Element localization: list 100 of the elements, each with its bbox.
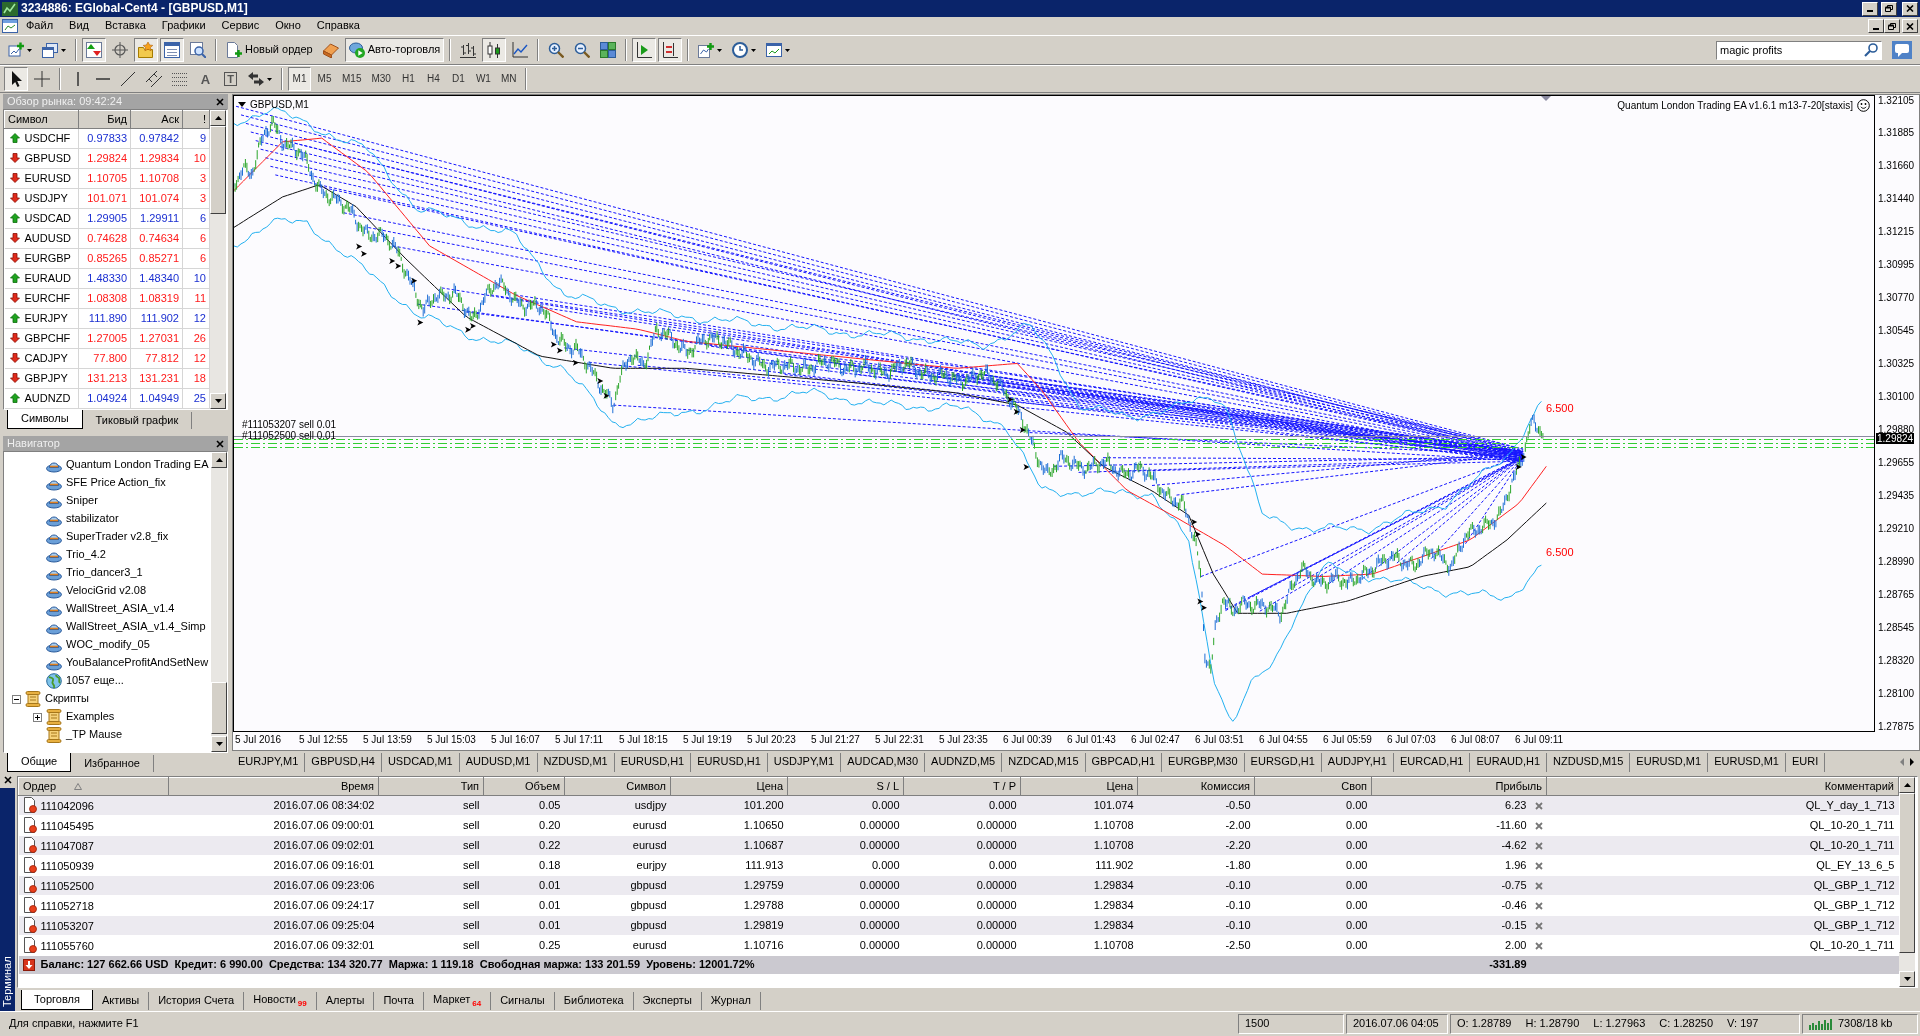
- tree-item[interactable]: 1057 еще...: [66, 674, 124, 688]
- toolbar-button[interactable]: [482, 38, 507, 62]
- terminal-tab[interactable]: Библиотека: [554, 992, 634, 1010]
- restore-button[interactable]: [1884, 19, 1900, 33]
- period-button[interactable]: M5: [313, 67, 336, 91]
- period-button[interactable]: MN: [496, 67, 521, 91]
- scroll-down-button[interactable]: [211, 736, 227, 752]
- chart-tab[interactable]: GBPUSD,H4: [305, 752, 382, 772]
- toolbar-button[interactable]: [658, 38, 683, 62]
- column-header[interactable]: Цена: [670, 777, 788, 796]
- column-header[interactable]: Прибыль: [1371, 777, 1547, 796]
- tree-item[interactable]: Скрипты: [45, 692, 89, 706]
- scroll-up-button[interactable]: [210, 110, 226, 126]
- column-header[interactable]: Символ: [4, 110, 79, 129]
- close-button[interactable]: [1902, 1, 1918, 16]
- chart-tab[interactable]: AUDCAD,M30: [841, 752, 926, 772]
- column-header[interactable]: Время: [168, 777, 379, 796]
- tree-item[interactable]: YouBalanceProfitAndSetNew: [66, 656, 209, 670]
- symbol-label[interactable]: GBPCHF: [24, 331, 71, 344]
- terminal-tab[interactable]: Журнал: [701, 992, 761, 1010]
- chart-tab[interactable]: EURAUD,H1: [1470, 752, 1548, 772]
- scroll-up-button[interactable]: [211, 452, 227, 468]
- symbol-label[interactable]: USDCAD: [24, 211, 71, 224]
- auto-trading-button[interactable]: Авто-торговля: [344, 38, 445, 62]
- terminal-tab[interactable]: Торговля: [21, 990, 93, 1010]
- close-button[interactable]: [1902, 19, 1918, 33]
- toolbar-button[interactable]: [632, 38, 657, 62]
- terminal-tab[interactable]: Сигналы: [491, 992, 555, 1010]
- tree-item[interactable]: SFE Price Action_fix: [66, 476, 166, 490]
- panel-tab[interactable]: Символы: [7, 410, 83, 429]
- scroll-down-button[interactable]: [1899, 971, 1915, 987]
- chart-tab[interactable]: AUDUSD,M1: [459, 752, 538, 772]
- symbol-label[interactable]: CADJPY: [24, 351, 68, 364]
- scroll-thumb[interactable]: [210, 126, 226, 214]
- terminal-tab[interactable]: История Счета: [149, 992, 245, 1010]
- chart-tab[interactable]: EURUSD,H1: [614, 752, 692, 772]
- menu-item[interactable]: Вид: [61, 18, 97, 34]
- chart-tab[interactable]: EURCAD,H1: [1393, 752, 1471, 772]
- tree-item[interactable]: WallStreet_ASIA_v1.4_Simp: [66, 620, 206, 634]
- close-icon[interactable]: [216, 97, 224, 106]
- column-header[interactable]: S / L: [787, 777, 904, 796]
- menu-item[interactable]: Графики: [153, 18, 214, 34]
- chat-tile-icon[interactable]: [1892, 41, 1912, 59]
- terminal-tab[interactable]: Новости $_{99}$: [244, 992, 317, 1010]
- tool-button[interactable]: T: [219, 67, 242, 91]
- tree-item[interactable]: Trio_4.2: [66, 548, 106, 562]
- scroll-up-button[interactable]: [1899, 777, 1915, 793]
- scrollbar[interactable]: [1899, 777, 1915, 987]
- column-header[interactable]: Объем: [483, 777, 565, 796]
- terminal-tab[interactable]: Алерты: [316, 992, 375, 1010]
- column-header[interactable]: Комментарий: [1546, 777, 1899, 796]
- menu-item[interactable]: Окно: [267, 18, 309, 34]
- menu-item[interactable]: Сервис: [213, 18, 268, 34]
- symbol-label[interactable]: EURUSD: [24, 171, 71, 184]
- chart-tab[interactable]: USDCAD,M1: [381, 752, 460, 772]
- period-button[interactable]: D1: [446, 67, 470, 91]
- panel-tab[interactable]: Общие: [7, 753, 72, 772]
- symbol-label[interactable]: USDJPY: [24, 191, 68, 204]
- period-button[interactable]: H1: [396, 67, 420, 91]
- search-field[interactable]: magic profits: [1716, 40, 1882, 60]
- scroll-thumb[interactable]: [1899, 793, 1915, 953]
- toolbar-button[interactable]: [4, 67, 28, 91]
- symbol-label[interactable]: AUDUSD: [24, 231, 71, 244]
- restore-button[interactable]: [1881, 1, 1897, 16]
- minus-box-icon[interactable]: [12, 694, 21, 704]
- column-header[interactable]: T / P: [903, 777, 1021, 796]
- column-header[interactable]: Цена: [1020, 777, 1138, 796]
- chart-tab[interactable]: GBPCAD,H1: [1085, 752, 1163, 772]
- column-header[interactable]: Своп: [1254, 777, 1372, 796]
- scroll-thumb[interactable]: [211, 682, 227, 734]
- tree-item[interactable]: _TP Mause: [66, 728, 123, 742]
- chart-tab[interactable]: EURUSD,M1: [1708, 752, 1786, 772]
- period-button[interactable]: M15: [338, 67, 366, 91]
- right-arrow-icon[interactable]: [1910, 758, 1914, 766]
- symbol-label[interactable]: EURAUD: [24, 271, 71, 284]
- menu-item[interactable]: Файл: [18, 18, 62, 34]
- search-icon[interactable]: [1864, 42, 1878, 57]
- column-header[interactable]: Бид: [78, 110, 131, 129]
- minimize-button[interactable]: [1868, 19, 1884, 33]
- tree-item[interactable]: Sniper: [66, 494, 98, 508]
- scroll-down-button[interactable]: [210, 393, 226, 409]
- tree-item[interactable]: VelociGrid v2.08: [66, 584, 147, 598]
- chart-tab[interactable]: NZDCAD,M15: [1002, 752, 1086, 772]
- close-icon[interactable]: [216, 439, 224, 448]
- symbol-label[interactable]: EURGBP: [24, 251, 71, 264]
- terminal-tab[interactable]: Почта: [374, 992, 424, 1010]
- column-header[interactable]: Комиссия: [1137, 777, 1255, 796]
- chart-tab[interactable]: EURUSD,H1: [691, 752, 768, 772]
- chart-tab[interactable]: EURSGD,H1: [1244, 752, 1322, 772]
- symbol-label[interactable]: GBPJPY: [24, 371, 68, 384]
- menu-item[interactable]: Вставка: [96, 18, 154, 34]
- close-icon[interactable]: [3, 776, 12, 784]
- column-header[interactable]: Символ: [564, 777, 671, 796]
- chart-tab[interactable]: AUDJPY,H1: [1321, 752, 1394, 772]
- column-header[interactable]: !: [182, 110, 210, 129]
- left-arrow-icon[interactable]: [1900, 758, 1904, 766]
- symbol-label[interactable]: EURCHF: [24, 291, 71, 304]
- menu-item[interactable]: Справка: [308, 18, 368, 34]
- tree-item[interactable]: WallStreet_ASIA_v1.4: [66, 602, 175, 616]
- terminal-tab[interactable]: Маркет $_{64}$: [424, 992, 492, 1010]
